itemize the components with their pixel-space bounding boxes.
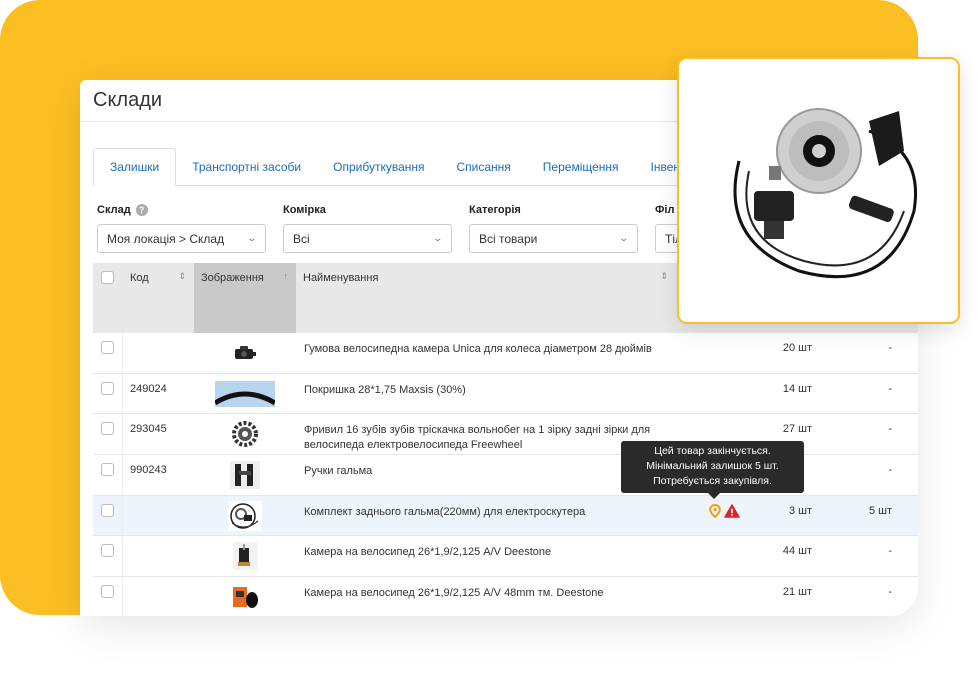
header-code[interactable]: Код ⇕ <box>123 263 194 333</box>
chevron-down-icon: ⌄ <box>246 233 258 243</box>
row-checkbox[interactable] <box>101 503 114 517</box>
row-code <box>123 577 194 595</box>
header-image-label: Зображення <box>201 272 264 284</box>
warning-icon[interactable] <box>724 504 740 521</box>
row-code <box>123 333 194 351</box>
sort-icon: ⇕ <box>660 271 668 281</box>
chevron-down-icon: ⌄ <box>432 233 444 243</box>
chevron-down-icon: ⌄ <box>618 233 630 243</box>
warehouse-select[interactable]: Моя локація > Склад ⌄ <box>97 224 266 253</box>
row-code: 293045 <box>130 423 167 436</box>
row-min: - <box>888 382 892 395</box>
row-code: 990243 <box>130 464 167 477</box>
filter-category: Категорія Всі товари ⌄ <box>469 202 638 253</box>
filter-warehouse-label: Склад <box>97 204 131 216</box>
row-qty: 44 шт <box>782 545 812 558</box>
row-min: - <box>888 423 892 436</box>
brake-handle-thumb[interactable] <box>215 460 275 489</box>
cell-select-value: Всі <box>293 231 310 246</box>
tab-transfers[interactable]: Переміщення <box>527 148 635 186</box>
row-checkbox[interactable] <box>101 463 114 477</box>
row-name: Камера на велосипед 26*1,9/2,125 A/V Dee… <box>304 546 552 559</box>
brake-kit-thumb[interactable] <box>215 500 275 531</box>
row-name: Гумова велосипедна камера Unica для коле… <box>304 343 652 355</box>
filter-cell-label: Комірка <box>283 204 326 216</box>
tube-thumb[interactable] <box>215 542 275 571</box>
row-name: Ручки гальма <box>304 465 373 478</box>
header-name[interactable]: Найменування ⇕ <box>296 263 676 333</box>
tooltip-line-3: Потребується закупівля. <box>653 475 772 487</box>
tab-writeoffs[interactable]: Списання <box>441 148 527 186</box>
row-qty: 20 шт <box>782 342 812 354</box>
gear-thumb[interactable] <box>215 420 275 448</box>
row-code <box>123 496 194 514</box>
low-stock-tooltip: Цей товар закінчується. Мінімальний зали… <box>621 441 804 499</box>
row-name: Покришка 28*1,75 Maxsis (30%) <box>304 383 466 396</box>
tab-receipts[interactable]: Оприбуткування <box>317 148 440 186</box>
header-code-label: Код <box>130 272 149 284</box>
tooltip-line-2: Мінімальний залишок 5 шт. <box>646 460 779 472</box>
category-select[interactable]: Всі товари ⌄ <box>469 224 638 253</box>
table-row[interactable]: Гумова велосипедна камера Unica для коле… <box>93 333 918 374</box>
header-name-label: Найменування <box>303 272 379 284</box>
row-qty: 14 шт <box>782 382 812 395</box>
tire-thumb[interactable] <box>215 380 275 408</box>
filter-category-label: Категорія <box>469 204 521 216</box>
row-min: - <box>888 545 892 558</box>
brake-kit-image <box>733 107 917 278</box>
row-checkbox[interactable] <box>101 544 114 558</box>
product-image-preview <box>677 57 960 324</box>
row-checkbox[interactable] <box>101 585 114 599</box>
row-qty: 21 шт <box>782 586 812 599</box>
cell-select[interactable]: Всі ⌄ <box>283 224 452 253</box>
tube-box-thumb[interactable] <box>215 583 275 611</box>
row-checkbox[interactable] <box>101 422 114 436</box>
table-row[interactable]: 249024 Покришка 28*1,75 Maxsis (30%) 14 … <box>93 373 918 415</box>
filter-cell: Комірка Всі ⌄ <box>283 202 452 253</box>
row-min: - <box>888 342 892 354</box>
row-checkbox[interactable] <box>101 341 114 354</box>
warehouse-select-value: Моя локація > Склад <box>107 231 225 246</box>
sort-up-icon: ↑ <box>283 271 289 281</box>
sort-icon: ⇕ <box>178 271 186 281</box>
camera-thumb[interactable] <box>215 339 275 367</box>
row-min: - <box>888 586 892 599</box>
row-code: 249024 <box>130 382 167 395</box>
tab-stock[interactable]: Залишки <box>93 148 177 186</box>
header-image[interactable]: Зображення ↑ <box>194 263 296 333</box>
table-row[interactable]: Комплект заднього гальма(220мм) для елек… <box>93 495 918 537</box>
row-min: 5 шт <box>868 504 892 517</box>
tooltip-line-1: Цей товар закінчується. <box>654 445 771 457</box>
table-row[interactable]: Камера на велосипед 26*1,9/2,125 A/V Dee… <box>93 536 918 578</box>
category-select-value: Всі товари <box>479 231 538 246</box>
row-name: Комплект заднього гальма(220мм) для елек… <box>304 505 586 518</box>
table-row[interactable]: Камера на велосипед 26*1,9/2,125 A/V 48m… <box>93 577 918 616</box>
location-pin-icon[interactable] <box>709 503 721 521</box>
filter-warehouse: Склад ? Моя локація > Склад ⌄ <box>97 202 266 253</box>
row-checkbox[interactable] <box>101 381 114 395</box>
select-all-checkbox[interactable] <box>101 271 114 284</box>
row-name: Камера на велосипед 26*1,9/2,125 A/V 48m… <box>304 587 604 600</box>
help-icon[interactable]: ? <box>135 204 148 216</box>
row-qty: 27 шт <box>782 423 812 436</box>
stage: Склади Залишки Транспортні засоби Оприбу… <box>0 0 978 688</box>
row-qty: 3 шт <box>788 504 812 517</box>
tab-vehicles[interactable]: Транспортні засоби <box>176 148 317 186</box>
row-min: - <box>888 464 892 477</box>
row-code <box>123 536 194 554</box>
